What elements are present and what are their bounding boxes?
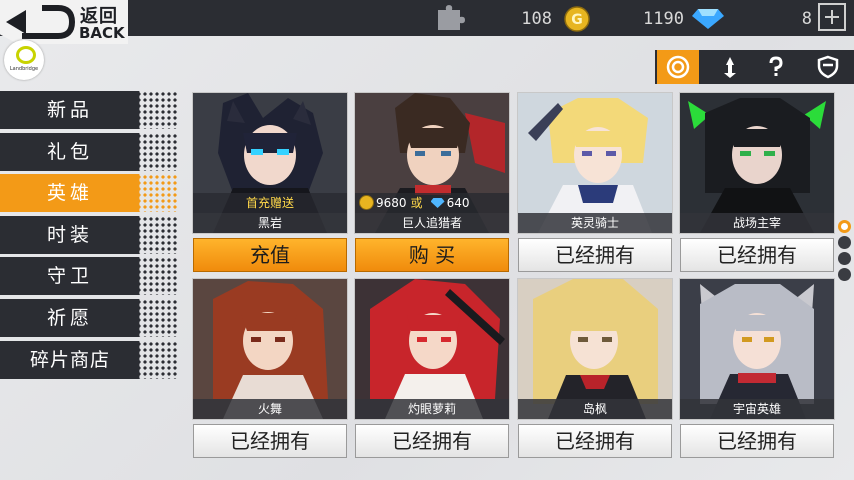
hero-name: 火舞 — [193, 399, 347, 419]
sidebar-item-packs[interactable]: 礼包 — [0, 133, 178, 171]
hero-card[interactable]: 宇宙英雄 — [680, 279, 834, 419]
recharge-button[interactable]: 充值 — [193, 238, 347, 272]
sword-icon — [724, 57, 736, 78]
hero-name: 灼眼萝莉 — [355, 399, 509, 419]
sidebar-item-fragment-shop[interactable]: 碎片商店 — [0, 341, 178, 379]
hero-card[interactable]: 火舞 — [193, 279, 347, 419]
diamond-gem-icon — [430, 198, 445, 208]
diamond-gem-icon — [692, 9, 724, 29]
hero-portrait — [680, 279, 834, 419]
hero-card[interactable]: 英灵骑士 — [518, 93, 672, 233]
hero-portrait — [355, 279, 509, 419]
back-arrow-icon — [6, 5, 76, 39]
tab-weapon-filter[interactable] — [709, 50, 751, 84]
sidebar-item-new[interactable]: 新品 — [0, 91, 178, 129]
hero-name: 岛枫 — [518, 399, 672, 419]
coin-ring-icon — [666, 55, 690, 79]
hero-card[interactable]: 首充赠送 黑岩 — [193, 93, 347, 233]
hero-name: 巨人追猎者 — [355, 213, 509, 233]
filter-tab-bar — [655, 50, 854, 84]
hero-portrait — [680, 93, 834, 233]
owned-button[interactable]: 已经拥有 — [680, 238, 834, 272]
puzzle-piece-icon — [438, 5, 465, 30]
owned-button[interactable]: 已经拥有 — [355, 424, 509, 458]
sidebar-item-label: 英雄 — [46, 182, 93, 204]
owned-button[interactable]: 已经拥有 — [193, 424, 347, 458]
hero-name: 宇宙英雄 — [680, 399, 834, 419]
shield-icon — [817, 55, 839, 79]
hero-name: 战场主宰 — [680, 213, 834, 233]
sidebar-item-guards[interactable]: 守卫 — [0, 257, 178, 295]
sidebar-item-label: 祈愿 — [46, 307, 93, 329]
owned-button[interactable]: 已经拥有 — [680, 424, 834, 458]
sidebar-item-label: 新品 — [46, 99, 93, 121]
buy-button[interactable]: 购 买 — [355, 238, 509, 272]
hero-card[interactable]: 战场主宰 — [680, 93, 834, 233]
page-dot[interactable] — [838, 252, 851, 265]
sidebar-item-label: 守卫 — [46, 265, 93, 287]
hero-card[interactable]: 灼眼萝莉 — [355, 279, 509, 419]
hero-card[interactable]: 9680 或 640 巨人追猎者 — [355, 93, 509, 233]
page-dot[interactable] — [838, 220, 851, 233]
price-or-label: 或 — [410, 196, 423, 210]
gold-coin-icon — [359, 195, 374, 210]
tab-coin-filter[interactable] — [657, 50, 699, 84]
owned-button[interactable]: 已经拥有 — [518, 238, 672, 272]
hero-portrait — [518, 93, 672, 233]
back-button[interactable]: 返回 BACK — [0, 0, 128, 44]
sidebar-item-label: 时装 — [46, 224, 93, 246]
owned-button[interactable]: 已经拥有 — [518, 424, 672, 458]
gold-coin-icon: G — [564, 6, 590, 32]
publisher-logo: Landbridge — [4, 40, 44, 80]
price-gold: 9680 — [376, 196, 407, 210]
tab-mystery-filter[interactable] — [755, 50, 797, 84]
page-dot[interactable] — [838, 236, 851, 249]
hero-price: 9680 或 640 — [355, 193, 509, 213]
add-resource-button[interactable] — [818, 3, 846, 31]
sidebar-item-label: 礼包 — [46, 141, 93, 163]
diamond-count: 1190 — [643, 9, 684, 29]
hero-portrait — [518, 279, 672, 419]
question-mark-icon — [769, 56, 783, 76]
back-label-en: BACK — [79, 24, 125, 42]
hero-name: 黑岩 — [193, 213, 347, 233]
svg-text:G: G — [571, 12, 583, 28]
hero-card[interactable]: 岛枫 — [518, 279, 672, 419]
sidebar-item-costumes[interactable]: 时装 — [0, 216, 178, 254]
price-gem: 640 — [446, 196, 470, 210]
hero-portrait — [193, 279, 347, 419]
tab-defense-filter[interactable] — [807, 50, 849, 84]
top-bar — [0, 0, 854, 36]
sidebar-item-heroes[interactable]: 英雄 — [0, 174, 178, 212]
hero-name: 英灵骑士 — [518, 213, 672, 233]
page-dot[interactable] — [838, 268, 851, 281]
hero-bonus-tag: 首充赠送 — [193, 193, 347, 213]
stamina-count: 8 — [801, 9, 812, 29]
gold-count: 108 — [521, 9, 552, 29]
sidebar-item-wishes[interactable]: 祈愿 — [0, 299, 178, 337]
sidebar-item-label: 碎片商店 — [29, 349, 110, 371]
